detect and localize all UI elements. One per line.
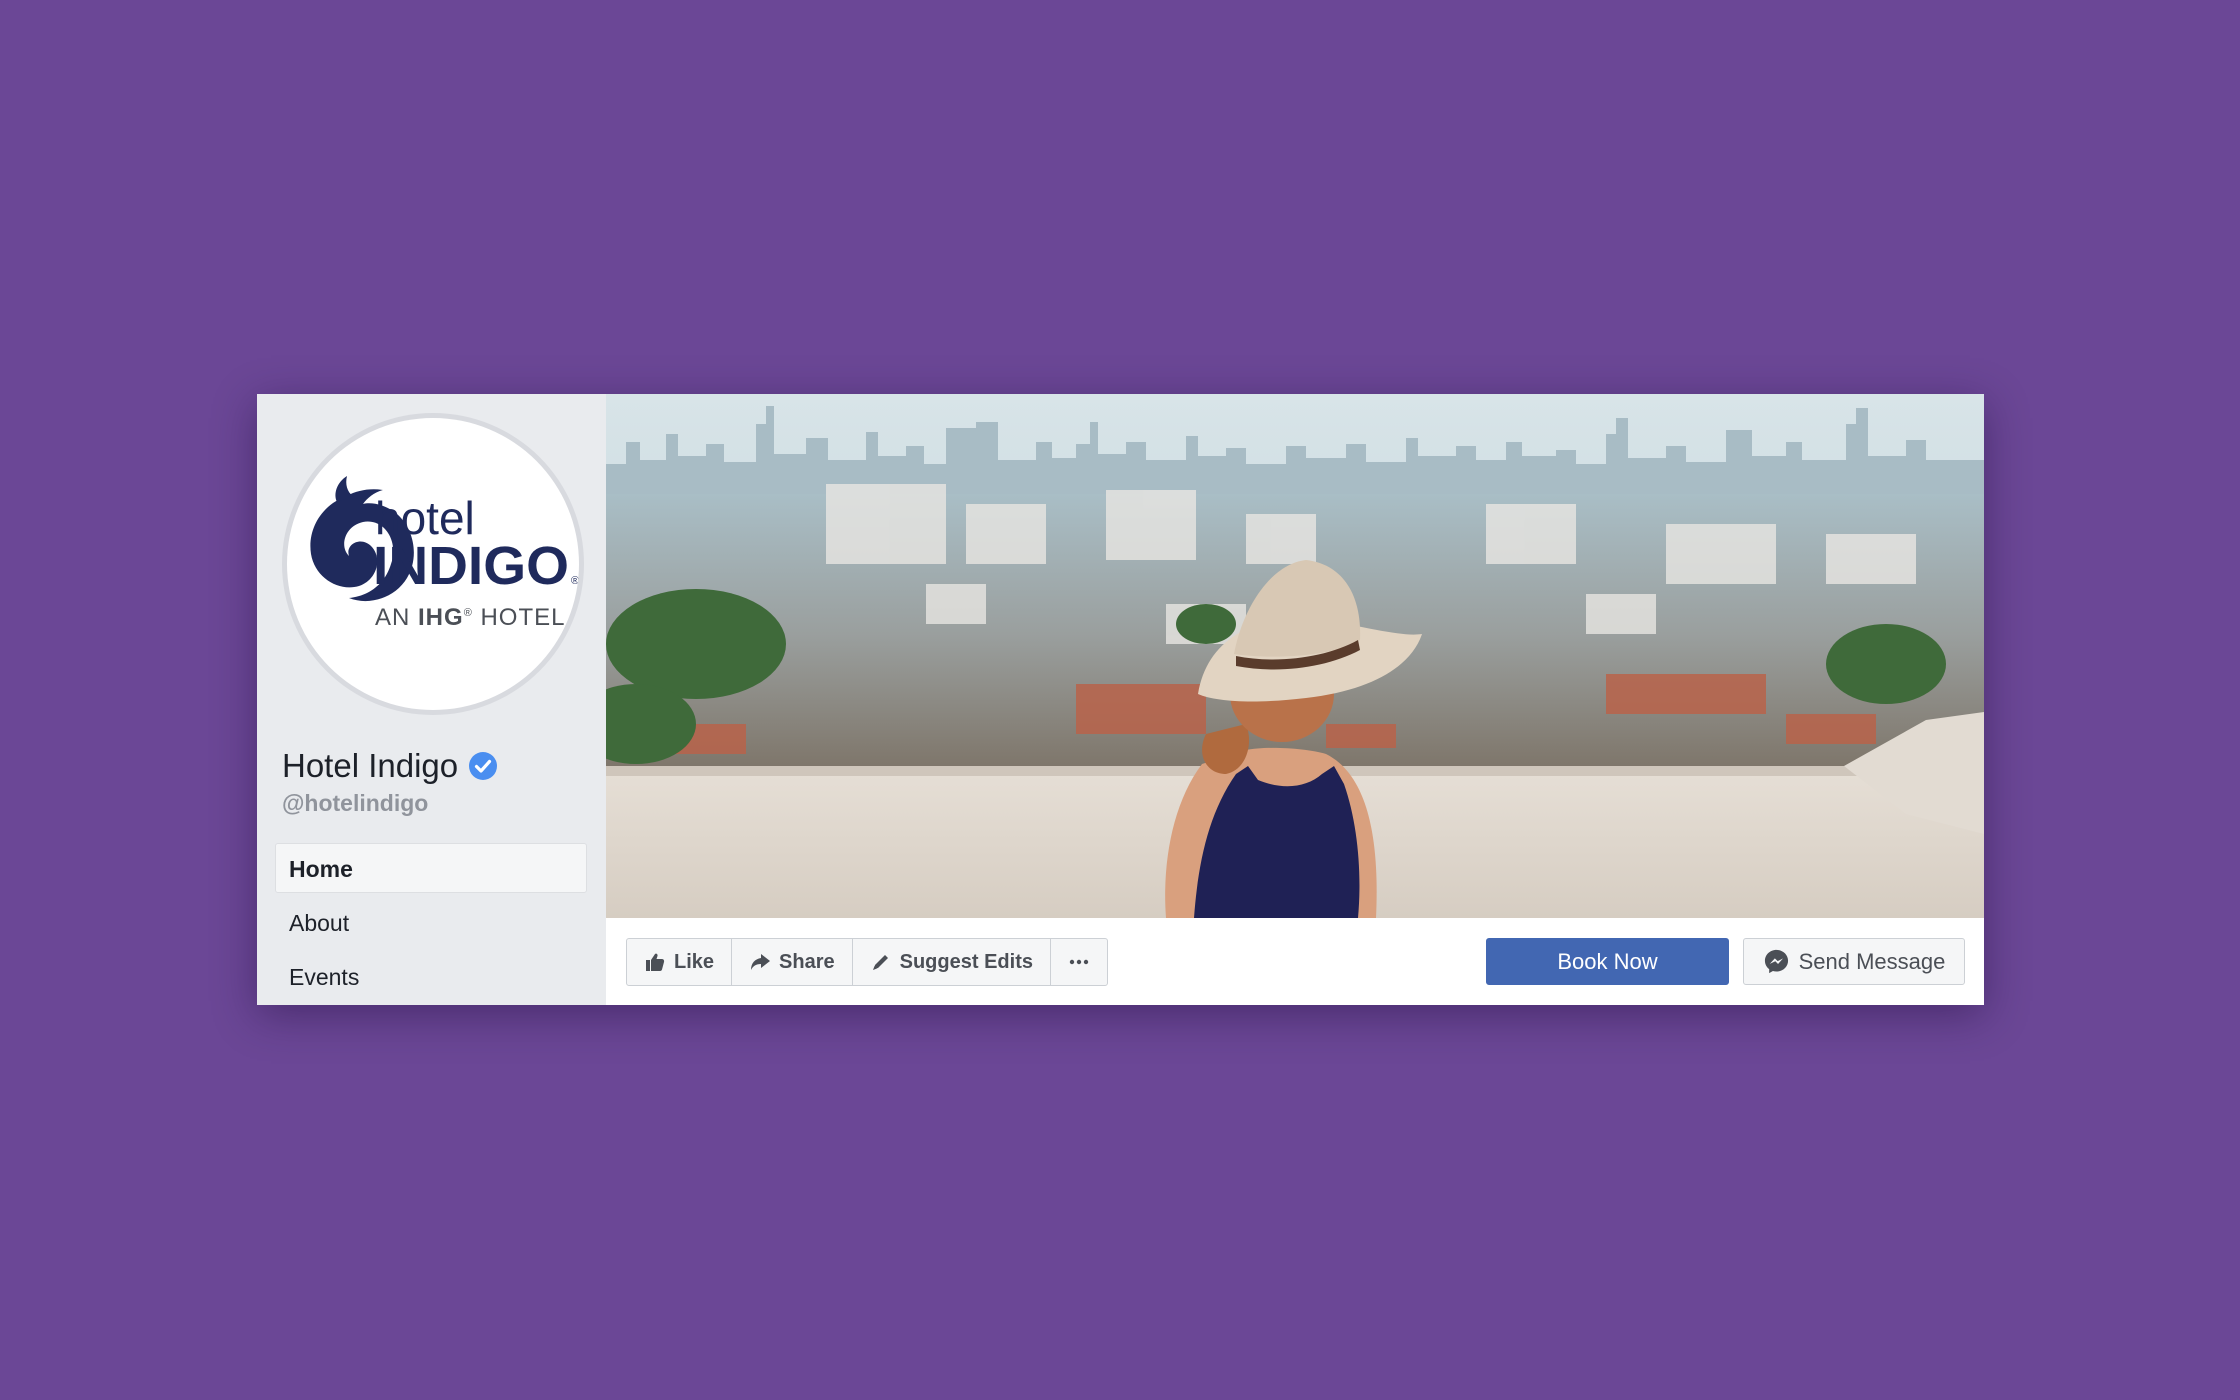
send-message-button[interactable]: Send Message — [1743, 938, 1965, 985]
share-arrow-icon — [751, 954, 771, 970]
page-name-row: Hotel Indigo — [282, 744, 498, 788]
suggest-edits-label: Suggest Edits — [899, 950, 1033, 973]
verified-badge-icon — [469, 752, 498, 780]
logo-tagline: AN IHG® HOTEL — [375, 604, 565, 631]
profile-picture[interactable]: hotel INDIGO ® AN IHG® HOTEL — [282, 413, 584, 715]
book-now-button[interactable]: Book Now — [1486, 938, 1729, 985]
nav-item-home[interactable]: Home — [275, 843, 587, 893]
suggest-edits-button[interactable]: Suggest Edits — [853, 939, 1051, 985]
send-message-label: Send Message — [1798, 948, 1946, 974]
more-dots-icon — [1069, 959, 1089, 965]
hotel-indigo-logo: hotel INDIGO ® AN IHG® HOTEL — [287, 418, 579, 710]
page-nav: Home About Events — [275, 843, 587, 1005]
logo-indigo-text: INDIGO — [373, 536, 569, 596]
logo-registered-mark: ® — [571, 575, 579, 587]
share-button[interactable]: Share — [732, 939, 853, 985]
messenger-icon — [1764, 949, 1788, 974]
page-actions-bar: Like Share Suggest Edits Book Now Send M… — [606, 918, 1984, 1005]
page-title[interactable]: Hotel Indigo — [282, 747, 458, 785]
like-label: Like — [674, 950, 715, 973]
page-actions-group: Like Share Suggest Edits — [626, 938, 1108, 986]
like-button[interactable]: Like — [627, 939, 733, 985]
page-header-card: hotel INDIGO ® AN IHG® HOTEL Hotel Indig… — [257, 394, 1984, 1005]
left-sidebar: hotel INDIGO ® AN IHG® HOTEL Hotel Indig… — [257, 394, 606, 1005]
cover-photo[interactable] — [606, 394, 1984, 918]
share-label: Share — [779, 950, 835, 973]
page-handle[interactable]: @hotelindigo — [282, 790, 428, 817]
pencil-icon — [872, 955, 888, 970]
more-options-button[interactable] — [1051, 939, 1107, 985]
nav-item-events[interactable]: Events — [275, 951, 587, 1001]
nav-item-about[interactable]: About — [275, 897, 587, 947]
thumbs-up-icon — [646, 953, 665, 971]
